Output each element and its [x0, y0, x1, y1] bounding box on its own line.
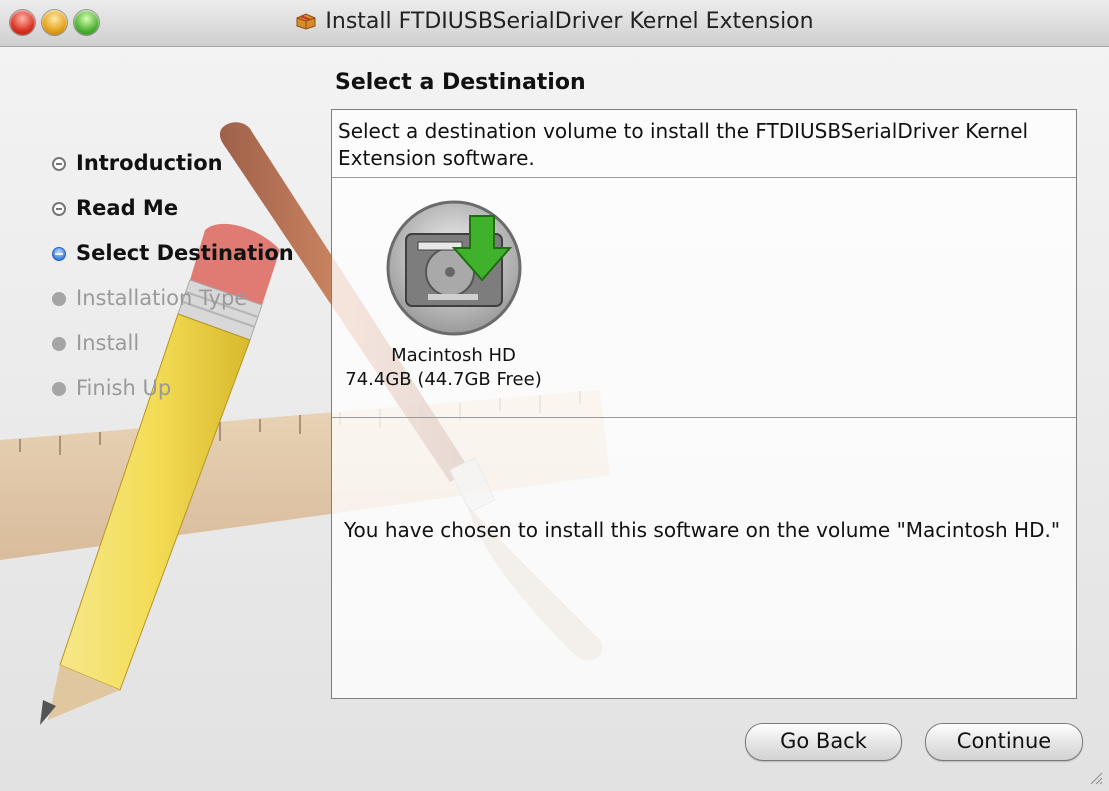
installer-window: Install FTDIUSBSerialDriver Kernel Exten… — [0, 0, 1109, 791]
step-install: Install — [52, 328, 294, 373]
step-current-icon — [52, 247, 66, 261]
installer-steps: Introduction Read Me Select Destination … — [52, 148, 294, 418]
step-finish-up: Finish Up — [52, 373, 294, 418]
destination-panel: Select a destination volume to install t… — [331, 109, 1077, 699]
step-complete-icon — [52, 157, 66, 171]
instructions-text: Select a destination volume to install t… — [332, 110, 1076, 178]
title-bar[interactable]: Install FTDIUSBSerialDriver Kernel Exten… — [0, 0, 1109, 47]
hard-drive-install-icon — [386, 200, 521, 336]
continue-button[interactable]: Continue — [925, 723, 1083, 761]
resize-grip-icon[interactable] — [1089, 771, 1103, 785]
step-read-me: Read Me — [52, 193, 294, 238]
step-select-destination: Select Destination — [52, 238, 294, 283]
volume-list[interactable]: Macintosh HD 74.4GB (44.7GB Free) — [332, 178, 1076, 418]
step-installation-type: Installation Type — [52, 283, 294, 328]
step-label: Finish Up — [76, 376, 172, 400]
step-label: Read Me — [76, 196, 179, 220]
volume-size: 74.4GB (44.7GB Free) — [345, 369, 542, 390]
go-back-button[interactable]: Go Back — [745, 723, 902, 761]
package-icon — [296, 13, 316, 30]
window-title: Install FTDIUSBSerialDriver Kernel Exten… — [325, 9, 814, 34]
step-label: Installation Type — [76, 286, 248, 310]
step-label: Install — [76, 331, 140, 355]
window-title-group: Install FTDIUSBSerialDriver Kernel Exten… — [0, 9, 1109, 34]
volume-macintosh-hd[interactable]: Macintosh HD 74.4GB (44.7GB Free) — [336, 198, 571, 392]
step-pending-icon — [52, 292, 66, 306]
step-pending-icon — [52, 382, 66, 396]
step-complete-icon — [52, 202, 66, 216]
step-label: Introduction — [76, 151, 223, 175]
step-introduction: Introduction — [52, 148, 294, 193]
selection-message: You have chosen to install this software… — [344, 518, 1061, 542]
step-label: Select Destination — [76, 241, 294, 265]
step-pending-icon — [52, 337, 66, 351]
volume-name: Macintosh HD — [391, 345, 516, 366]
